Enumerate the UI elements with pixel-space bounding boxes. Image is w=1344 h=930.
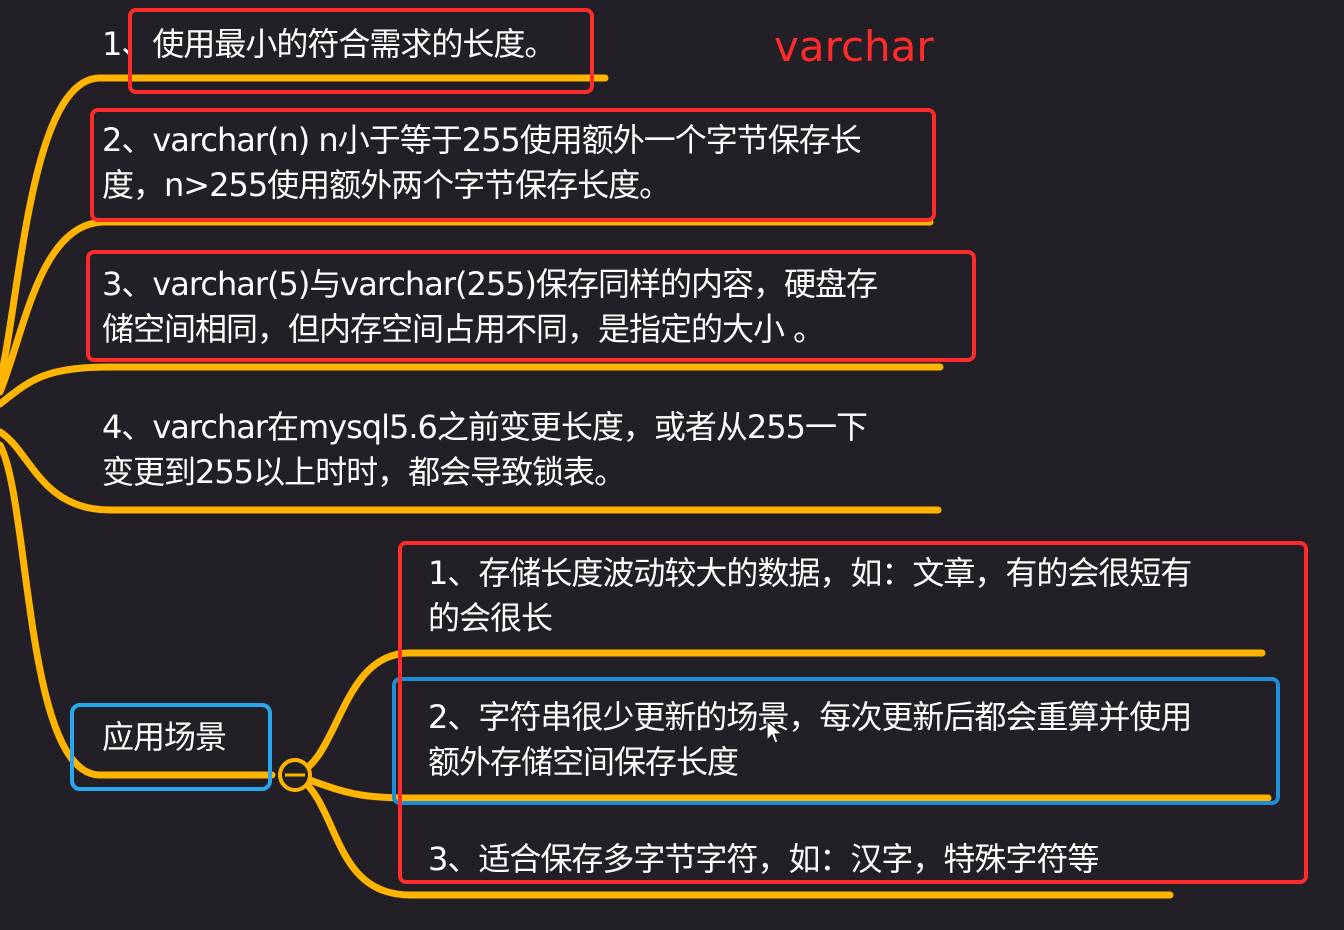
annotation-box-3 [86, 250, 976, 362]
minus-circle-icon[interactable] [278, 758, 312, 792]
annotation-box-1 [128, 8, 594, 94]
scenario-topic-label: 应用场景 [102, 718, 227, 756]
branch-line-3 [0, 363, 944, 408]
characteristic-node-4[interactable]: 4、varchar在mysql5.6之前变更长度，或者从255一下 变更到255… [102, 405, 868, 495]
mindmap-canvas: 1、使用最小的符合需求的长度。 2、varchar(n) n小于等于255使用额… [0, 0, 1344, 930]
annotation-box-2 [90, 108, 936, 222]
mouse-pointer-icon [766, 720, 784, 744]
annotation-box-scenarios [398, 541, 1308, 884]
annotation-title: varchar [774, 22, 934, 71]
